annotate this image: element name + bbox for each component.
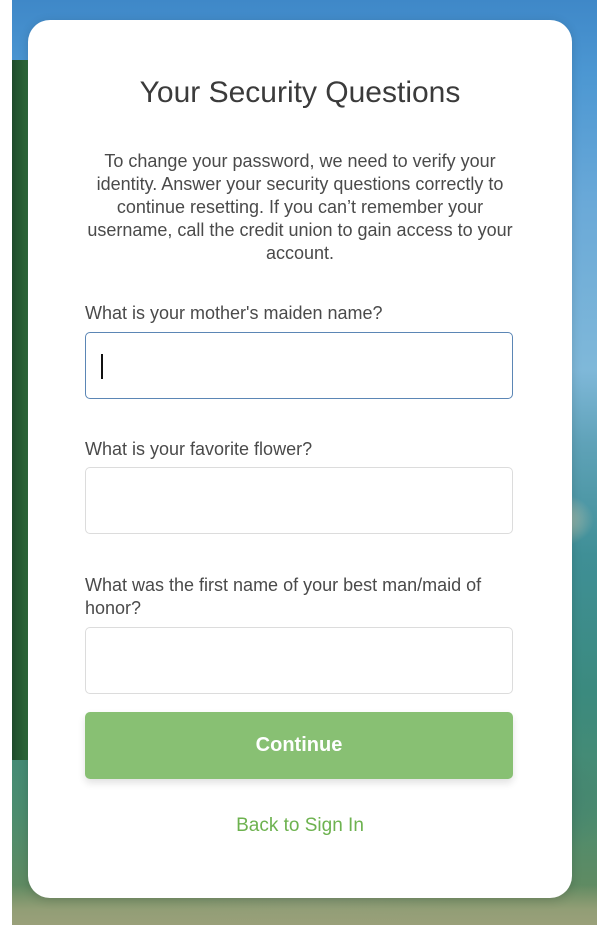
security-questions-card: Your Security Questions To change your p… — [28, 20, 572, 898]
answer-input-3[interactable] — [85, 627, 513, 694]
intro-text: To change your password, we need to veri… — [87, 151, 513, 263]
answer-input-2[interactable] — [85, 467, 513, 534]
text-caret — [101, 354, 103, 379]
answer-input-1[interactable] — [85, 332, 513, 399]
question-label-2: What is your favorite flower? — [85, 439, 313, 459]
back-to-sign-in-link[interactable]: Back to Sign In — [28, 815, 572, 837]
page-title: Your Security Questions — [139, 76, 461, 109]
continue-button[interactable]: Continue — [85, 712, 513, 779]
question-label-1: What is your mother's maiden name? — [85, 303, 383, 323]
question-label-3: What was the first name of your best man… — [85, 575, 482, 618]
